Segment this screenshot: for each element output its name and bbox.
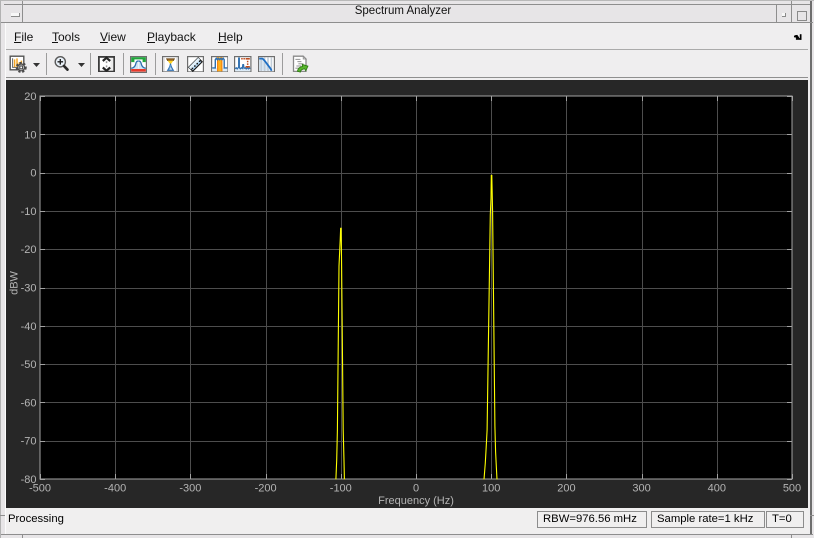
svg-text:-40: -40: [21, 321, 37, 333]
svg-text:300: 300: [632, 483, 650, 495]
svg-text:-20: -20: [21, 244, 37, 256]
svg-text:20: 20: [24, 91, 36, 103]
svg-text:400: 400: [708, 483, 726, 495]
svg-text:-50: -50: [21, 359, 37, 371]
svg-text:-70: -70: [21, 436, 37, 448]
svg-text:-80: -80: [21, 474, 37, 486]
svg-text:500: 500: [783, 483, 801, 495]
svg-text:0: 0: [30, 168, 36, 180]
svg-text:200: 200: [557, 483, 575, 495]
svg-text:0: 0: [413, 483, 419, 495]
svg-text:-60: -60: [21, 397, 37, 409]
svg-text:10: 10: [24, 129, 36, 141]
svg-text:-300: -300: [179, 483, 201, 495]
svg-text:-10: -10: [21, 206, 37, 218]
svg-text:100: 100: [482, 483, 500, 495]
svg-text:dBW: dBW: [9, 270, 21, 294]
svg-text:-200: -200: [255, 483, 277, 495]
svg-text:-400: -400: [104, 483, 126, 495]
svg-text:Frequency (Hz): Frequency (Hz): [378, 495, 454, 507]
svg-text:-30: -30: [21, 283, 37, 295]
svg-text:-100: -100: [330, 483, 352, 495]
